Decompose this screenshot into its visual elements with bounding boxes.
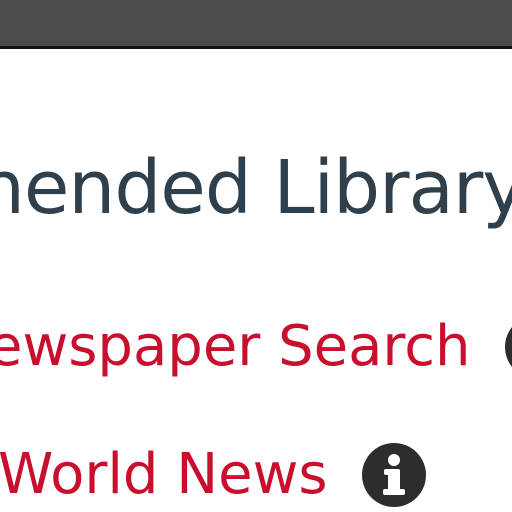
info-icon[interactable] xyxy=(504,314,512,380)
top-bar xyxy=(0,0,512,49)
info-icon[interactable] xyxy=(361,442,427,508)
world-news-label: World News xyxy=(0,441,328,507)
newspaper-search-label: ewspaper Search xyxy=(0,313,471,379)
newspaper-search-link[interactable]: ewspaper Search xyxy=(0,308,512,383)
page: nended Library ewspaper Search World New… xyxy=(0,0,512,512)
section-heading: nended Library xyxy=(0,145,512,231)
world-news-link[interactable]: World News xyxy=(0,436,427,511)
